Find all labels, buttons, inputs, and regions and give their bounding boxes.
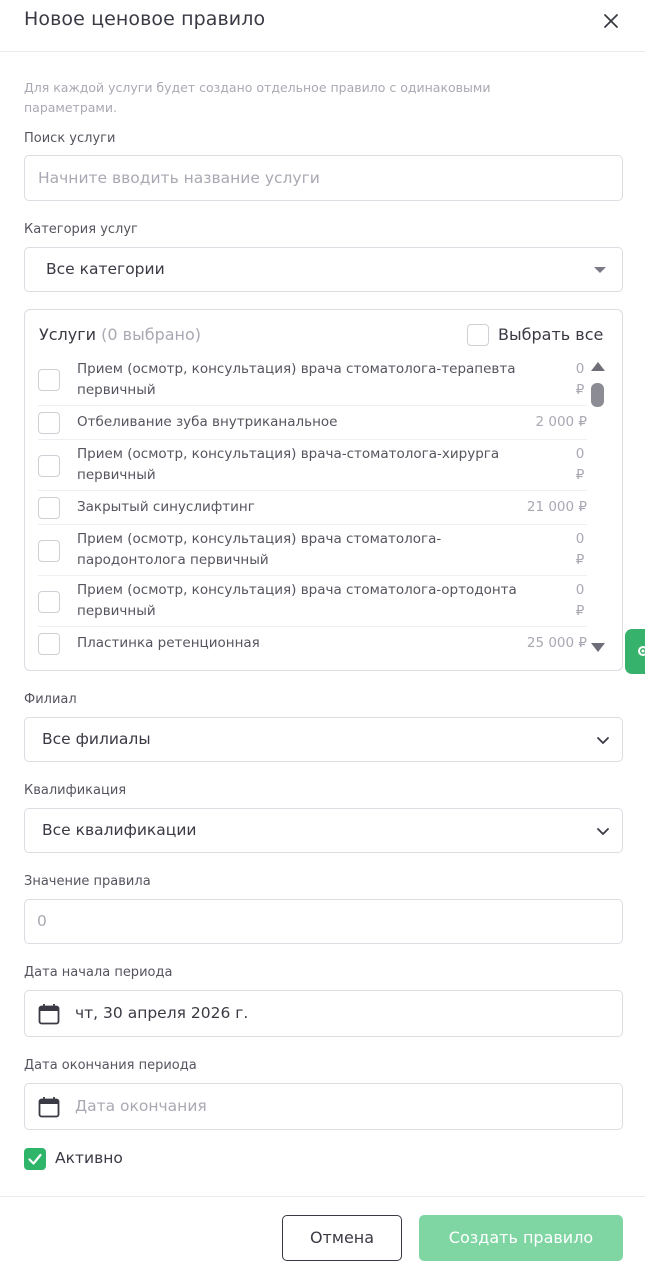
services-title-text: Услуги <box>39 325 97 344</box>
search-placeholder: Начните вводить название услуги <box>38 169 320 187</box>
active-label[interactable]: Активно <box>55 1149 123 1167</box>
check-icon <box>28 1153 42 1165</box>
start-date-value: чт, 30 апреля 2026 г. <box>75 1004 249 1022</box>
category-select[interactable]: Все категории <box>24 247 623 292</box>
service-name: Прием (осмотр, консультация) врача стома… <box>77 361 516 398</box>
chevron-down-icon <box>597 737 609 744</box>
start-date-input[interactable]: чт, 30 апреля 2026 г. <box>24 990 623 1037</box>
branch-label: Филиал <box>24 692 77 707</box>
service-name: Прием (осмотр, консультация) врача-стома… <box>77 446 500 483</box>
start-date-label: Дата начала периода <box>24 965 173 980</box>
service-name: Прием (осмотр, консультация) врача стома… <box>77 582 517 619</box>
rule-value-label: Значение правила <box>24 874 151 889</box>
modal-header: Новое ценовое правило <box>0 0 645 52</box>
service-name: Пластинка ретенционная <box>77 635 260 651</box>
hint-text: Для каждой услуги будет создано отдельно… <box>24 80 491 115</box>
calendar-icon <box>38 1097 60 1118</box>
service-name: Прием (осмотр, консультация) врача стома… <box>77 531 442 568</box>
modal-footer: Отмена Создать правило <box>0 1196 645 1263</box>
services-panel: Услуги (0 выбрано) Выбрать все Прием (ос… <box>24 309 623 671</box>
service-name: Закрытый синуслифтинг <box>77 499 255 515</box>
modal-title: Новое ценовое правило <box>24 8 266 30</box>
service-checkbox[interactable] <box>38 369 60 391</box>
end-date-label: Дата окончания периода <box>24 1058 197 1073</box>
service-price: 25 000 ₽ <box>526 635 587 651</box>
services-count: (0 выбрано) <box>101 325 202 344</box>
chevron-down-icon <box>597 828 609 835</box>
rule-value-input[interactable]: 0 <box>24 899 623 944</box>
qualification-label: Квалификация <box>24 783 127 798</box>
list-item[interactable]: Пластинка ретенционная 25 000 ₽ <box>38 627 587 661</box>
qualification-select[interactable]: Все квалификации <box>24 808 623 853</box>
calendar-icon <box>38 1004 60 1025</box>
end-date-placeholder: Дата окончания <box>75 1097 207 1115</box>
service-checkbox[interactable] <box>38 412 60 434</box>
search-label: Поиск услуги <box>24 131 116 146</box>
services-title: Услуги (0 выбрано) <box>39 325 201 344</box>
service-price: 0 ₽ <box>575 582 585 619</box>
service-name: Отбеливание зуба внутриканальное <box>77 414 338 430</box>
service-checkbox[interactable] <box>38 540 60 562</box>
end-date-input[interactable]: Дата окончания <box>24 1083 623 1130</box>
gear-icon <box>638 646 645 656</box>
list-item[interactable]: Отбеливание зуба внутриканальное 2 000 ₽ <box>38 406 587 440</box>
branch-select[interactable]: Все филиалы <box>24 717 623 762</box>
scroll-down-arrow-icon[interactable] <box>591 643 605 652</box>
service-checkbox[interactable] <box>38 591 60 613</box>
category-label: Категория услуг <box>24 222 138 237</box>
service-price: 0 ₽ <box>575 531 585 568</box>
side-widget-tab[interactable] <box>625 629 645 674</box>
cancel-button[interactable]: Отмена <box>282 1215 402 1261</box>
branch-value: Все филиалы <box>42 730 151 748</box>
category-value: Все категории <box>46 260 165 278</box>
scrollbar-thumb[interactable] <box>591 383 604 407</box>
qualification-value: Все квалификации <box>42 821 197 839</box>
search-input[interactable]: Начните вводить название услуги <box>24 155 623 201</box>
active-checkbox[interactable] <box>24 1148 46 1170</box>
close-icon[interactable] <box>600 10 622 32</box>
scroll-up-arrow-icon[interactable] <box>591 362 605 371</box>
service-checkbox[interactable] <box>38 633 60 655</box>
service-checkbox[interactable] <box>38 497 60 519</box>
list-item[interactable]: Закрытый синуслифтинг 21 000 ₽ <box>38 491 587 525</box>
services-list: Прием (осмотр, консультация) врача стома… <box>38 354 587 661</box>
select-all-label[interactable]: Выбрать все <box>498 325 603 344</box>
dropdown-caret-icon <box>594 267 606 273</box>
list-item[interactable]: Прием (осмотр, консультация) врача-стома… <box>38 440 587 491</box>
list-item[interactable]: Прием (осмотр, консультация) врача стома… <box>38 525 587 576</box>
list-item[interactable]: Прием (осмотр, консультация) врача стома… <box>38 354 587 406</box>
create-rule-button[interactable]: Создать правило <box>419 1215 623 1261</box>
rule-value-placeholder: 0 <box>37 912 47 930</box>
list-item[interactable]: Прием (осмотр, консультация) врача стома… <box>38 576 587 627</box>
service-price: 2 000 ₽ <box>535 414 587 430</box>
select-all-checkbox[interactable] <box>467 324 489 346</box>
service-price: 0 ₽ <box>575 446 585 483</box>
service-checkbox[interactable] <box>38 455 60 477</box>
service-price: 21 000 ₽ <box>526 499 587 515</box>
service-price: 0 ₽ <box>575 361 585 398</box>
